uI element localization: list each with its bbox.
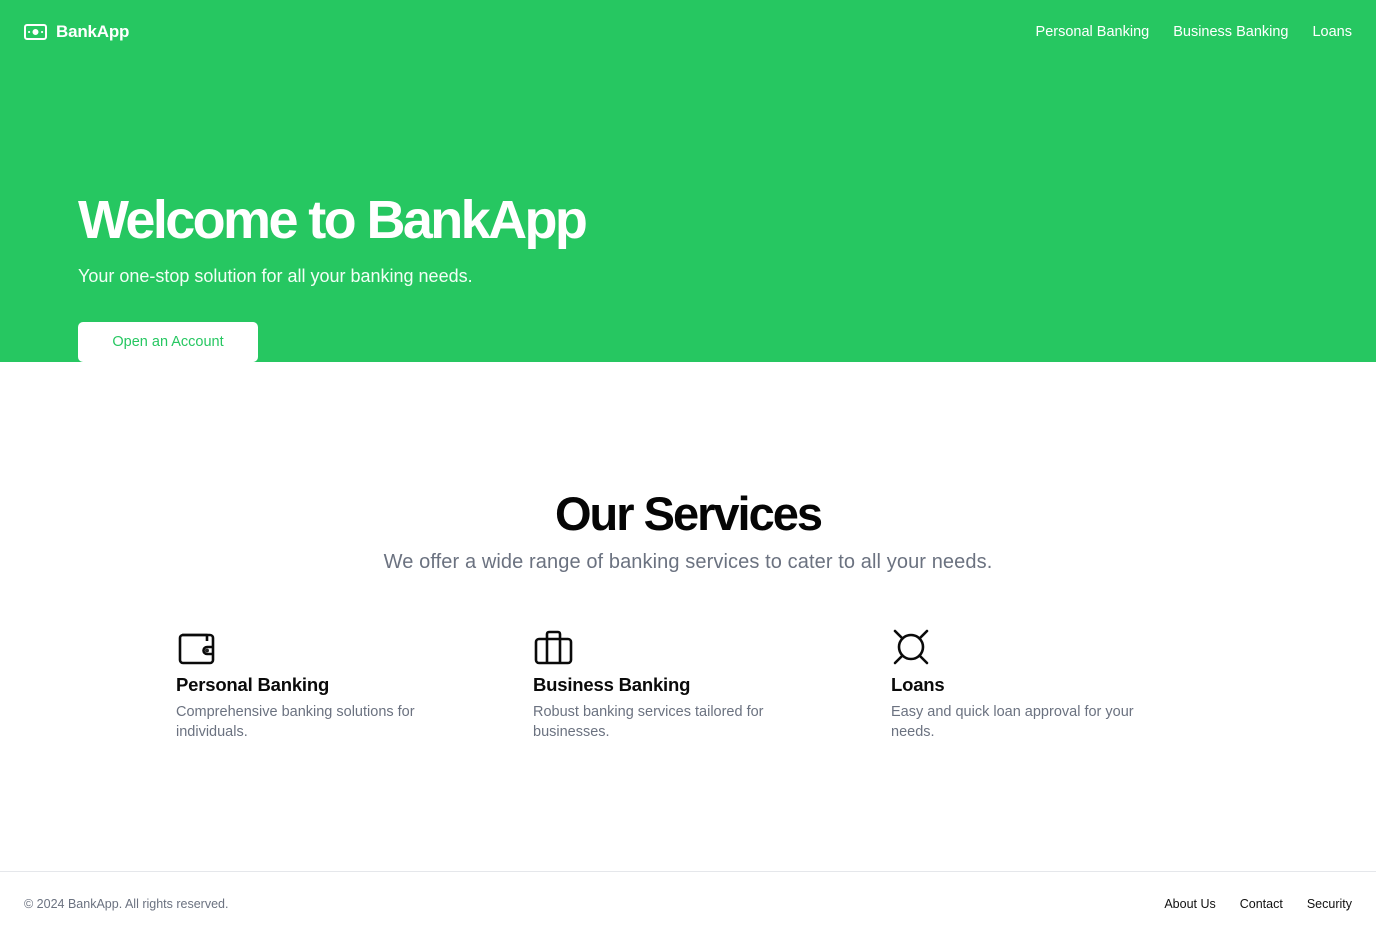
service-description: Easy and quick loan approval for your ne… (891, 704, 1134, 740)
service-description: Comprehensive banking solutions for indi… (176, 704, 415, 740)
services-title: Our Services (554, 487, 823, 540)
hero-subtitle: Your one-stop solution for all your bank… (78, 266, 473, 286)
currency-icon (893, 629, 929, 665)
footer: © 2024 BankApp. All rights reserved. Abo… (0, 871, 1376, 936)
banknote-icon (24, 20, 47, 44)
open-account-button[interactable]: Open an Account (78, 322, 258, 362)
service-card-loans: Loans Easy and quick loan approval for y… (891, 628, 1191, 742)
wallet-icon (178, 633, 215, 665)
service-card-business-banking: Business Banking Robust banking services… (533, 628, 833, 742)
footer-link-about-us[interactable]: About Us (1164, 896, 1215, 912)
service-title: Loans (891, 674, 945, 695)
footer-link-security[interactable]: Security (1307, 896, 1352, 912)
brand-logo-link[interactable]: BankApp (24, 20, 129, 44)
copyright-text: © 2024 BankApp. All rights reserved. (24, 897, 229, 911)
service-card-personal-banking: Personal Banking Comprehensive banking s… (176, 628, 476, 742)
brand-name: BankApp (56, 22, 130, 41)
service-title: Personal Banking (176, 674, 330, 695)
service-description: Robust banking services tailored for bus… (533, 704, 764, 740)
briefcase-icon (534, 630, 573, 665)
nav-link-personal-banking[interactable]: Personal Banking (1036, 21, 1150, 43)
footer-nav: About Us Contact Security (1164, 896, 1352, 912)
service-title: Business Banking (533, 674, 691, 695)
hero-section: BankApp Personal Banking Business Bankin… (0, 0, 1376, 362)
main-nav: Personal Banking Business Banking Loans (1036, 21, 1352, 43)
nav-link-loans[interactable]: Loans (1312, 21, 1352, 43)
hero-title: Welcome to BankApp (78, 190, 588, 250)
services-subtitle: We offer a wide range of banking service… (383, 551, 993, 573)
footer-link-contact[interactable]: Contact (1240, 896, 1283, 912)
nav-link-business-banking[interactable]: Business Banking (1173, 21, 1288, 43)
